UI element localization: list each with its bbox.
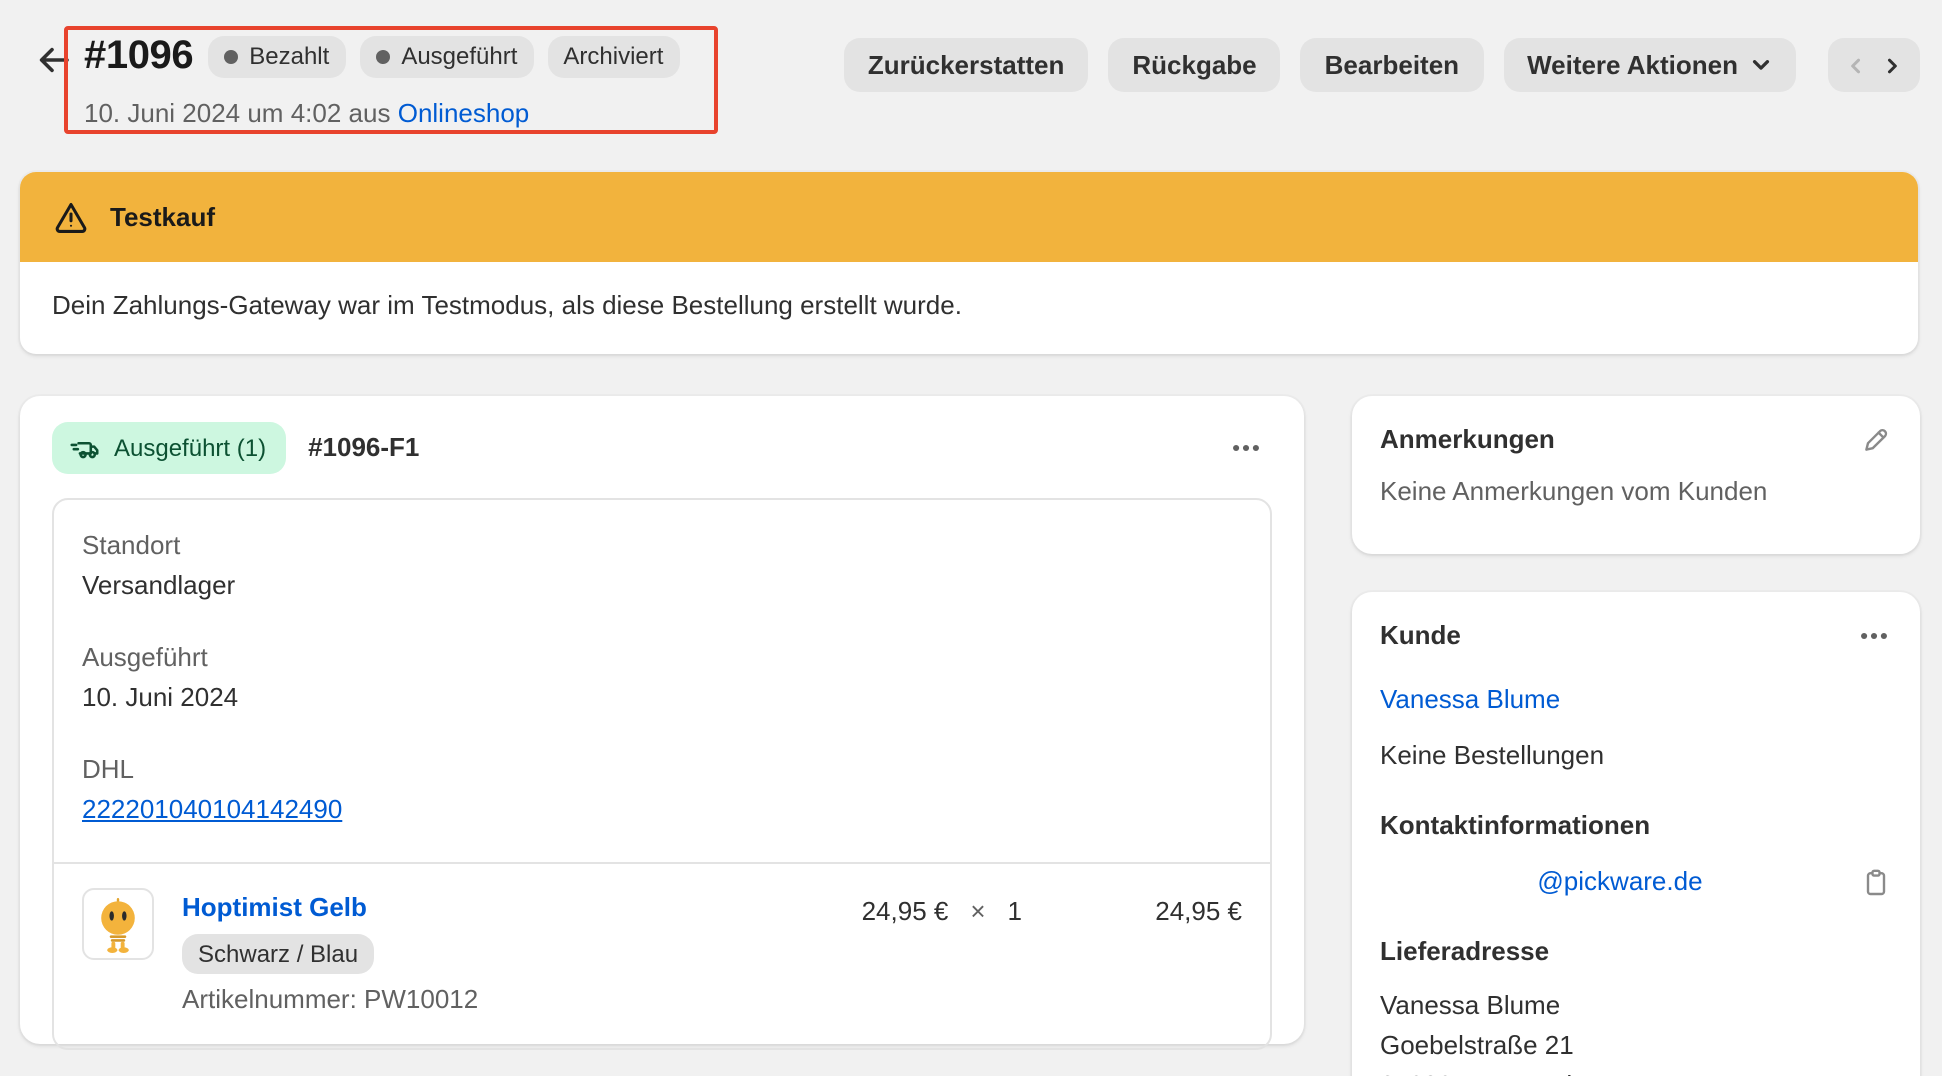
line-item-row: Hoptimist Gelb Schwarz / Blau Artikelnum… — [54, 864, 1270, 1048]
channel-link[interactable]: Onlineshop — [398, 98, 530, 128]
badge-dot — [223, 49, 237, 63]
fulfilled-status-badge: Ausgeführt (1) — [52, 422, 286, 474]
order-pagination — [1828, 38, 1920, 92]
banner-body: Dein Zahlungs-Gateway war im Testmodus, … — [20, 262, 1918, 354]
customer-name-link[interactable]: Vanessa Blume — [1380, 680, 1560, 720]
arrow-left-icon — [34, 40, 74, 80]
warning-triangle-icon — [52, 198, 90, 236]
fulfillment-id: #1096-F1 — [308, 428, 419, 468]
edit-button[interactable]: Bearbeiten — [1301, 38, 1483, 92]
banner-header: Testkauf — [20, 172, 1918, 262]
order-detail-page: #1096 Bezahlt Ausgeführt Archiviert 10. … — [0, 0, 1942, 1076]
header-action-bar: Zurückerstatten Rückgabe Bearbeiten Weit… — [844, 38, 1920, 92]
test-order-banner: Testkauf Dein Zahlungs-Gateway war im Te… — [20, 172, 1918, 354]
contact-email-row: @pickware.de — [1380, 862, 1892, 902]
clipboard-icon — [1860, 866, 1892, 898]
fulfilled-group: Ausgeführt 10. Juni 2024 — [82, 638, 1242, 718]
status-badge-fulfilled: Ausgeführt — [359, 35, 533, 77]
tracking-group: DHL 222201040104142490 — [82, 750, 1242, 830]
contact-info-title: Kontaktinformationen — [1380, 806, 1892, 846]
carrier-label: DHL — [82, 750, 1242, 790]
chevron-left-icon — [1842, 38, 1870, 92]
price-quantity: 24,95 € × 1 — [862, 892, 1022, 932]
address-line: 64293 Darmstadt — [1380, 1066, 1892, 1076]
order-date-line: 10. Juni 2024 um 4:02 aus Onlineshop — [84, 94, 679, 134]
customer-card: Kunde Vanessa Blume Keine Bestellungen K… — [1352, 592, 1920, 1076]
fulfilled-date: 10. Juni 2024 — [82, 678, 1242, 718]
more-actions-button[interactable]: Weitere Aktionen — [1503, 38, 1796, 92]
page-title: #1096 — [84, 36, 193, 76]
hoptimist-figure-image — [88, 894, 148, 954]
shipping-address-title: Lieferadresse — [1380, 932, 1892, 972]
status-badge-archived: Archiviert — [547, 35, 679, 77]
badge-dot — [375, 49, 389, 63]
customer-orders-text: Keine Bestellungen — [1380, 736, 1892, 776]
line-total: 24,95 € — [1050, 892, 1242, 932]
refund-button[interactable]: Zurückerstatten — [844, 38, 1089, 92]
banner-title: Testkauf — [110, 197, 215, 237]
address-line: Vanessa Blume — [1380, 986, 1892, 1026]
pencil-icon — [1860, 424, 1892, 456]
address-line: Goebelstraße 21 — [1380, 1026, 1892, 1066]
location-value: Versandlager — [82, 566, 1242, 606]
edit-notes-button[interactable] — [1860, 424, 1892, 456]
multiply-sign: × — [970, 892, 985, 932]
product-title-link[interactable]: Hoptimist Gelb — [182, 888, 367, 928]
product-thumbnail — [82, 888, 154, 960]
notes-title: Anmerkungen — [1380, 420, 1555, 460]
quantity: 1 — [1008, 892, 1022, 932]
order-header: #1096 Bezahlt Ausgeführt Archiviert 10. … — [84, 30, 679, 134]
unit-price: 24,95 € — [862, 892, 949, 932]
variant-badge: Schwarz / Blau — [182, 934, 374, 974]
fulfilled-label: Ausgeführt — [82, 638, 1242, 678]
product-sku: Artikelnummer: PW10012 — [182, 980, 834, 1020]
horizontal-dots-icon — [1856, 618, 1892, 654]
fulfillment-details-box: Standort Versandlager Ausgeführt 10. Jun… — [52, 498, 1272, 1050]
notes-empty-text: Keine Anmerkungen vom Kunden — [1380, 472, 1892, 512]
copy-email-button[interactable] — [1860, 866, 1892, 898]
fulfillment-card: Ausgeführt (1) #1096-F1 Standort Versand… — [20, 396, 1304, 1044]
location-group: Standort Versandlager — [82, 526, 1242, 606]
back-button[interactable] — [30, 36, 78, 84]
location-label: Standort — [82, 526, 1242, 566]
shipping-address: Vanessa Blume Goebelstraße 21 64293 Darm… — [1380, 986, 1892, 1076]
tracking-number-link[interactable]: 222201040104142490 — [82, 794, 342, 824]
customer-email-link[interactable]: @pickware.de — [1380, 862, 1860, 902]
chevron-right-icon[interactable] — [1878, 38, 1906, 92]
customer-menu-button[interactable] — [1856, 618, 1892, 654]
fulfillment-menu-button[interactable] — [1220, 426, 1272, 470]
horizontal-dots-icon — [1228, 430, 1264, 466]
delivery-truck-icon — [68, 431, 102, 465]
notes-card: Anmerkungen Keine Anmerkungen vom Kunden — [1352, 396, 1920, 554]
customer-title: Kunde — [1380, 616, 1461, 656]
status-badge-paid: Bezahlt — [207, 35, 345, 77]
chevron-down-icon — [1750, 54, 1772, 76]
return-button[interactable]: Rückgabe — [1108, 38, 1280, 92]
